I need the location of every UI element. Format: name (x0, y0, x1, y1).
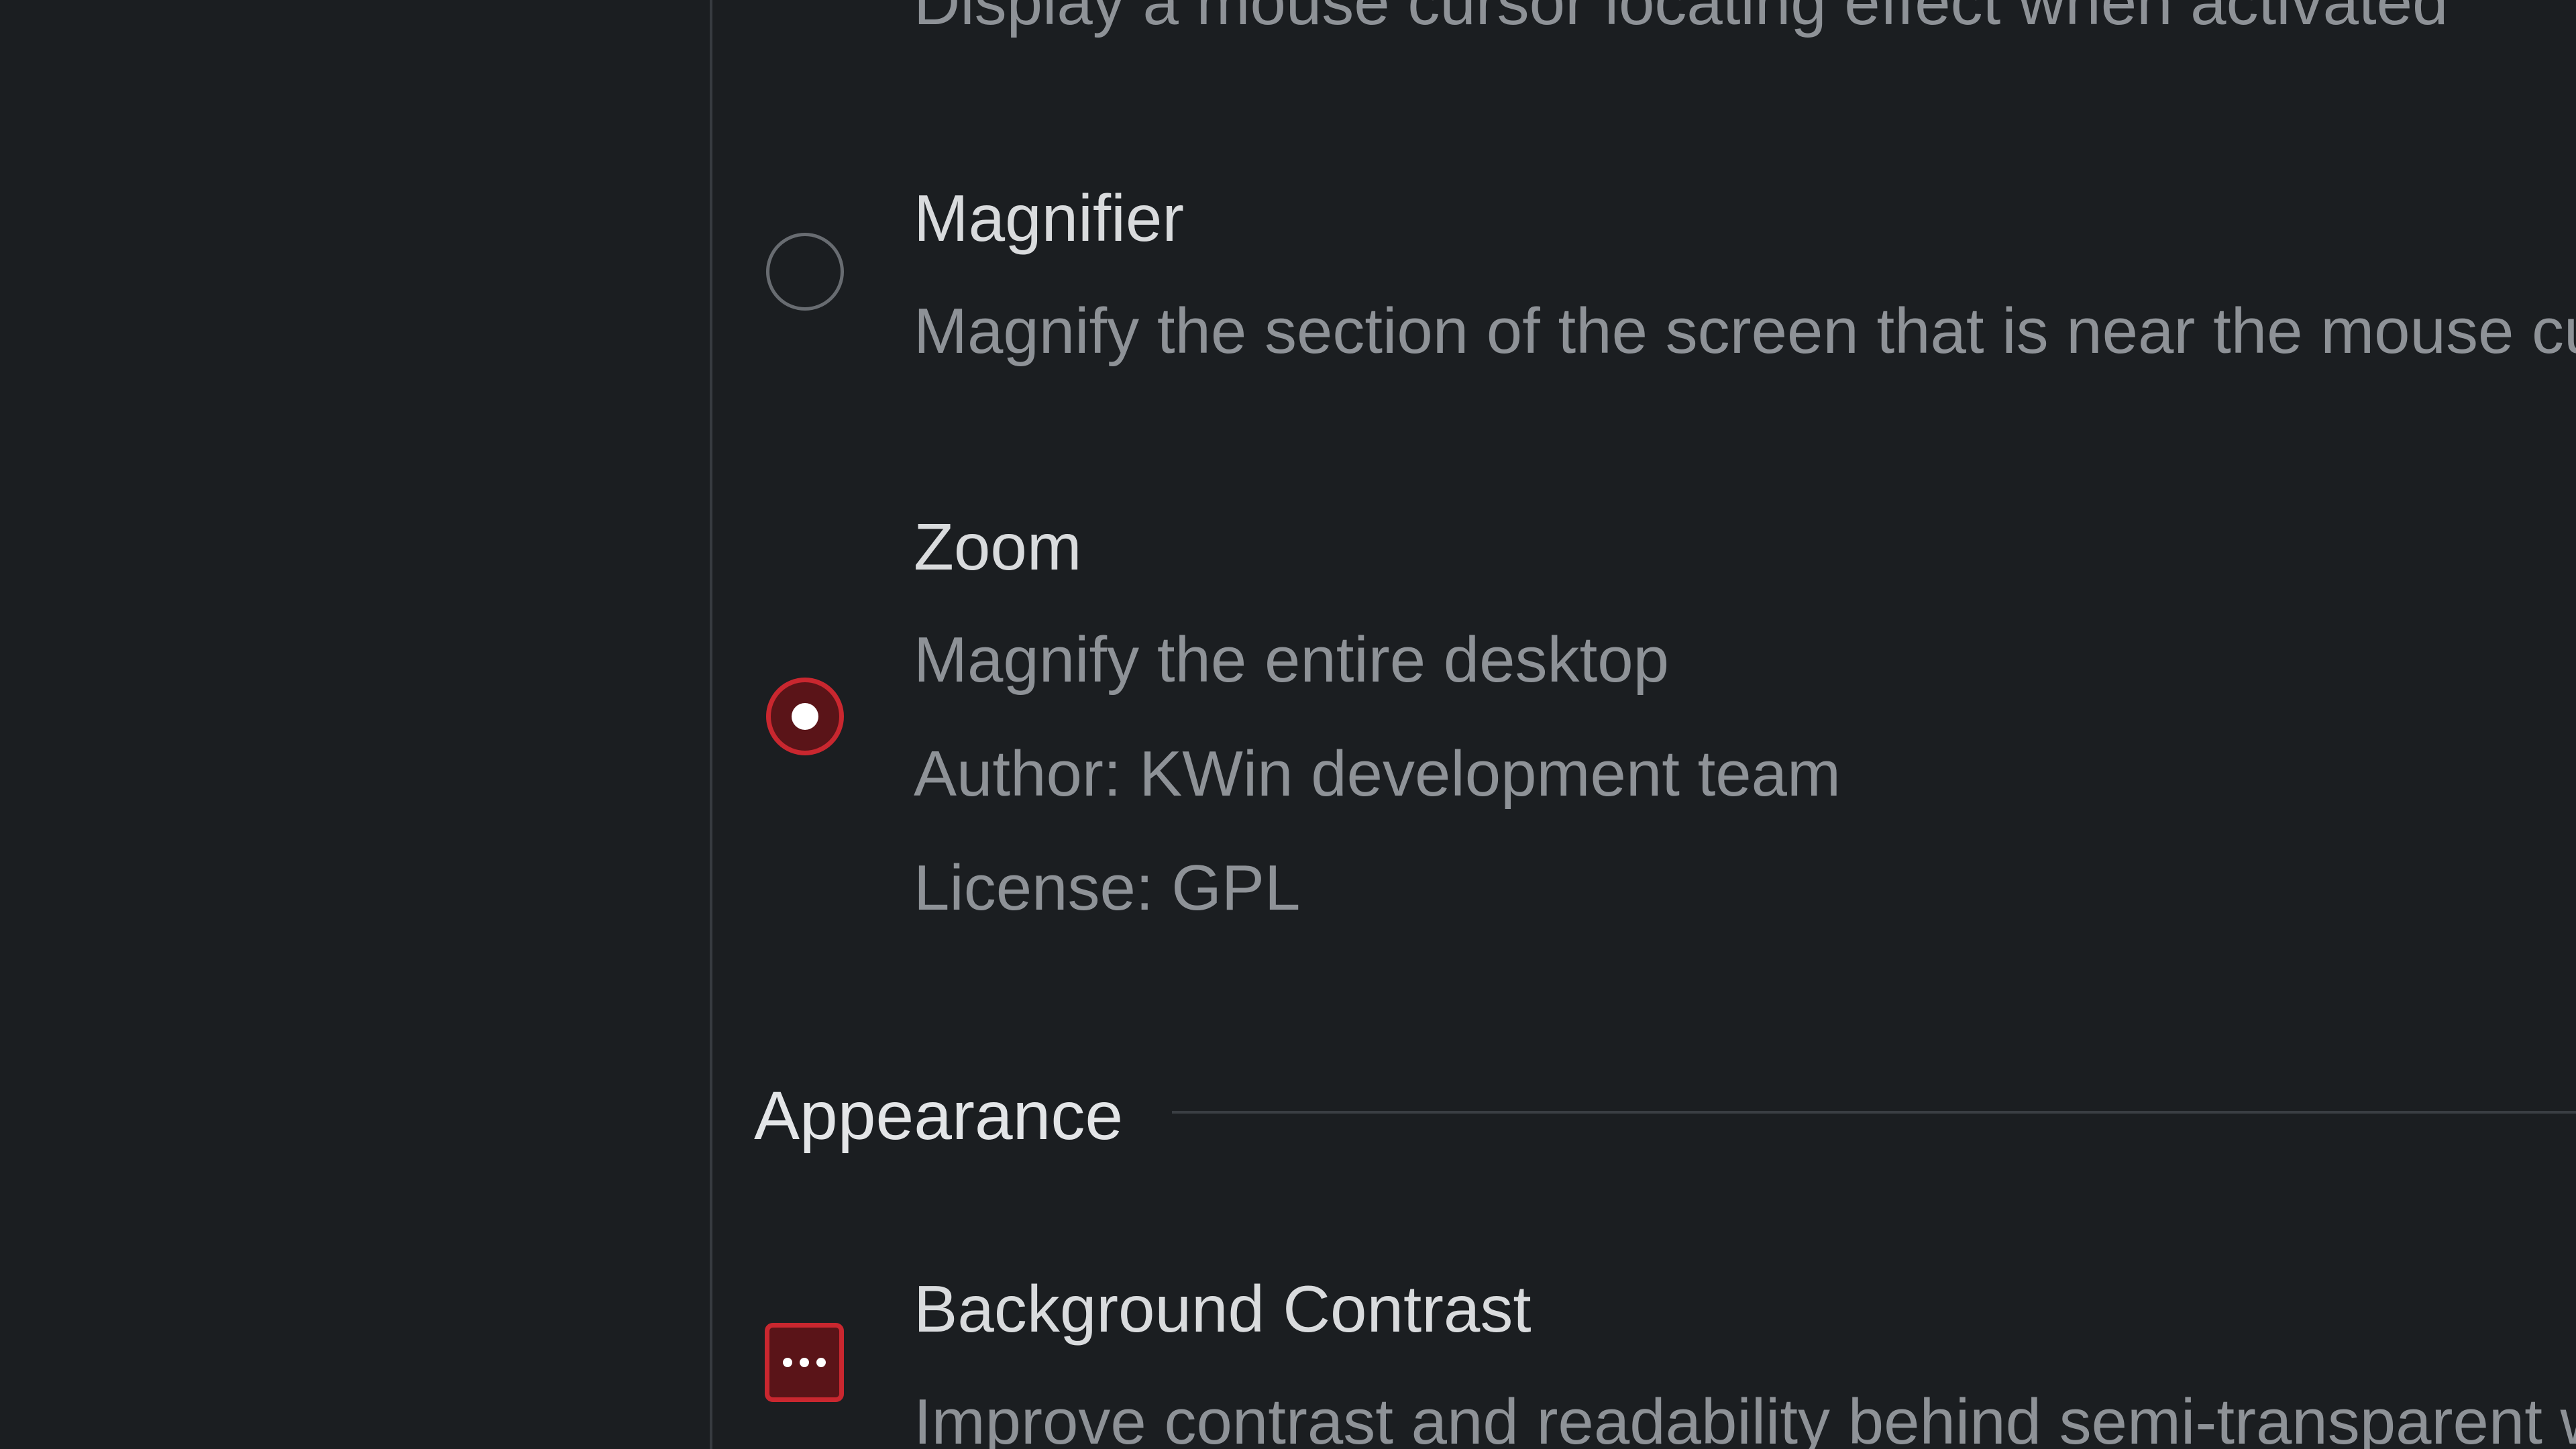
zoom-author: Author: KWin development team (914, 738, 1841, 810)
dot (816, 1358, 826, 1367)
zoom-license: License: GPL (914, 852, 1301, 924)
zoom-radio[interactable] (766, 678, 844, 755)
effects-list[interactable]: Display a mouse cursor locating effect w… (712, 0, 2576, 1449)
dot (800, 1358, 809, 1367)
zoom-title: Zoom (914, 510, 1082, 584)
section-separator (1172, 1111, 2576, 1114)
sidebar-panel (0, 0, 710, 1449)
dot (783, 1358, 792, 1367)
background-contrast-description: Improve contrast and readability behind … (914, 1386, 2576, 1449)
appearance-section-title: Appearance (754, 1077, 1124, 1154)
kwin-effects-settings-page: Display a mouse cursor locating effect w… (0, 0, 2576, 1449)
magnifier-description: Magnify the section of the screen that i… (914, 295, 2576, 367)
background-contrast-title: Background Contrast (914, 1272, 1532, 1346)
magnifier-radio[interactable] (766, 233, 844, 311)
magnifier-title: Magnifier (914, 181, 1185, 255)
mouse-locator-description: Display a mouse cursor locating effect w… (914, 0, 2449, 38)
more-dots-icon[interactable] (765, 1323, 844, 1402)
zoom-description: Magnify the entire desktop (914, 624, 1669, 696)
radio-selected-dot (792, 703, 818, 730)
